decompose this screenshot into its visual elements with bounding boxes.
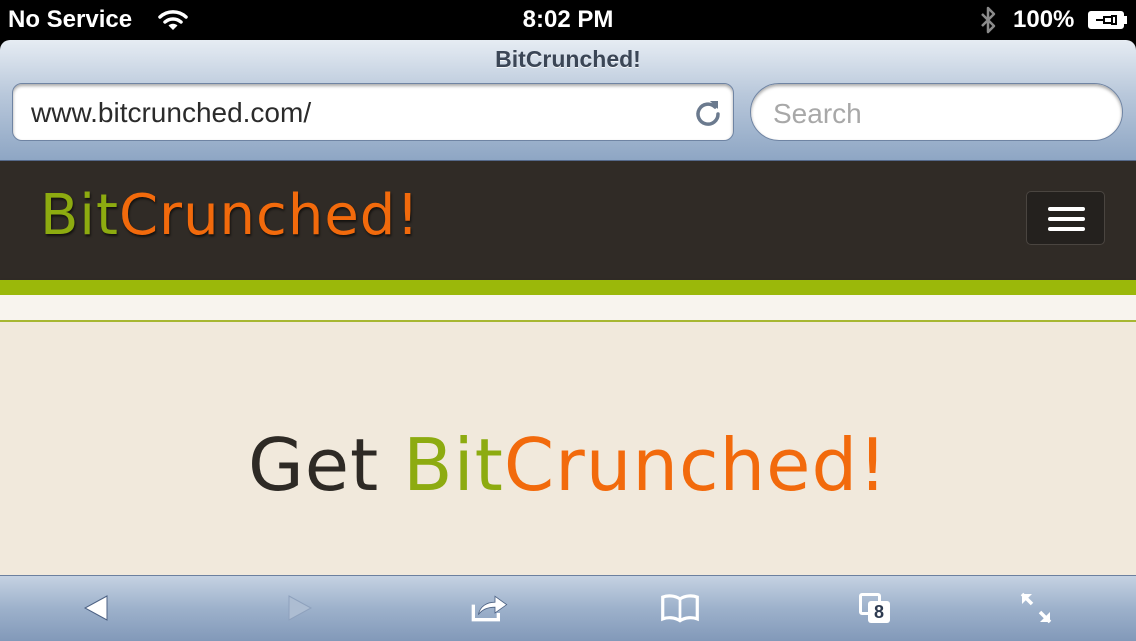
search-field[interactable]: Search bbox=[750, 83, 1123, 141]
browser-toolbar: 8 bbox=[0, 575, 1136, 641]
logo-part-crunched: Crunched! bbox=[118, 183, 420, 248]
tabs-icon: 8 bbox=[856, 591, 892, 625]
content-divider bbox=[0, 320, 1136, 322]
battery-icon bbox=[1088, 11, 1127, 29]
fullscreen-icon bbox=[1020, 592, 1052, 624]
bookmarks-button[interactable] bbox=[660, 590, 700, 626]
menu-button[interactable] bbox=[1026, 191, 1105, 245]
site-logo[interactable]: BitCrunched! bbox=[40, 183, 420, 253]
hero-heading: Get BitCrunched! bbox=[0, 423, 1136, 507]
fullscreen-button[interactable] bbox=[1016, 590, 1056, 626]
page-title: BitCrunched! bbox=[495, 46, 641, 72]
back-button[interactable] bbox=[76, 590, 116, 626]
hero-part-bit: Bit bbox=[403, 423, 504, 507]
site-header: BitCrunched! bbox=[0, 161, 1136, 280]
hero-part-crunched: Crunched! bbox=[503, 423, 889, 507]
bluetooth-icon bbox=[981, 6, 996, 34]
share-button[interactable] bbox=[470, 590, 510, 626]
forward-button[interactable] bbox=[280, 590, 320, 626]
search-placeholder: Search bbox=[773, 98, 862, 129]
logo-part-bit: Bit bbox=[40, 183, 119, 248]
tab-count: 8 bbox=[868, 601, 890, 623]
bookmarks-icon bbox=[661, 594, 699, 623]
url-text[interactable]: www.bitcrunched.com/ bbox=[31, 97, 311, 129]
forward-icon bbox=[288, 595, 313, 621]
browser-top-bar: BitCrunched! www.bitcrunched.com/ Search bbox=[0, 40, 1136, 161]
page-content: Get BitCrunched! bbox=[0, 295, 1136, 575]
content-top-band bbox=[0, 295, 1136, 320]
back-icon bbox=[83, 595, 108, 621]
address-bar[interactable]: www.bitcrunched.com/ bbox=[12, 83, 734, 141]
reload-icon[interactable] bbox=[693, 98, 723, 128]
status-bar: No Service 8:02 PM 100% bbox=[0, 0, 1136, 40]
header-stripe bbox=[0, 280, 1136, 295]
hero-prefix: Get bbox=[247, 423, 380, 507]
share-icon bbox=[471, 595, 508, 622]
tabs-button[interactable]: 8 bbox=[854, 590, 894, 626]
clock: 8:02 PM bbox=[522, 6, 614, 33]
battery-percent: 100% bbox=[1013, 6, 1075, 33]
